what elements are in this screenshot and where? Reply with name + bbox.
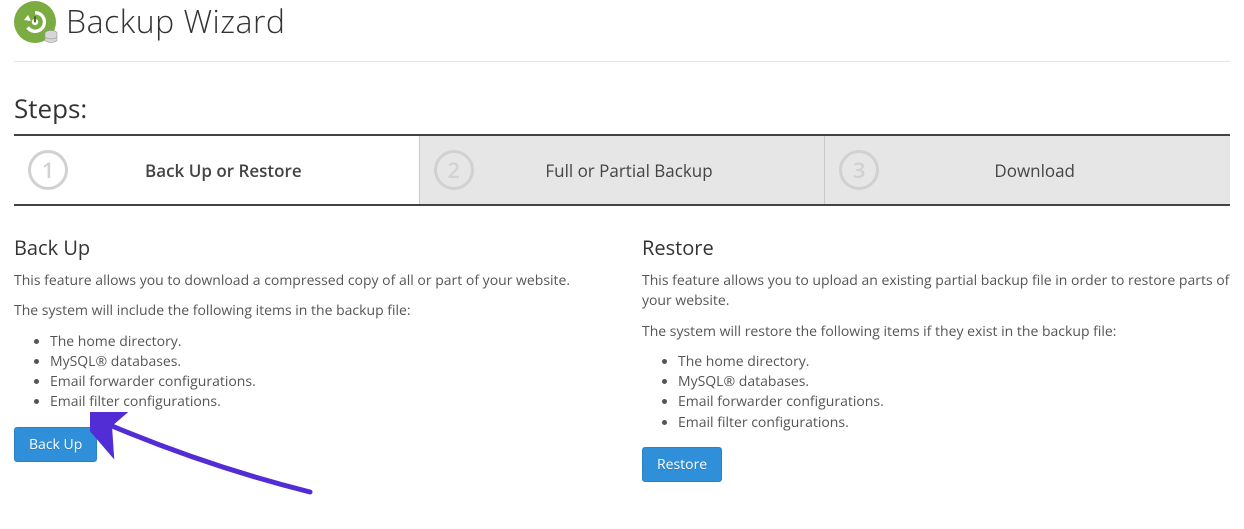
tab-label: Back Up or Restore bbox=[82, 159, 405, 182]
backup-column: Back Up This feature allows you to downl… bbox=[14, 234, 602, 482]
backup-items-list: The home directory. MySQL® databases. Em… bbox=[14, 332, 602, 413]
tab-label: Full or Partial Backup bbox=[488, 159, 811, 182]
list-item: Email forwarder configurations. bbox=[50, 372, 602, 392]
list-item: The home directory. bbox=[678, 352, 1230, 372]
backup-description: This feature allows you to download a co… bbox=[14, 271, 602, 291]
step-number-icon: 1 bbox=[28, 150, 68, 190]
steps-label: Steps: bbox=[14, 90, 1230, 126]
step-number-icon: 2 bbox=[434, 150, 474, 190]
step-tabs: 1 Back Up or Restore 2 Full or Partial B… bbox=[14, 134, 1230, 206]
tab-backup-or-restore[interactable]: 1 Back Up or Restore bbox=[14, 136, 420, 204]
restore-description: This feature allows you to upload an exi… bbox=[642, 271, 1230, 312]
list-item: Email filter configurations. bbox=[50, 392, 602, 412]
restore-column: Restore This feature allows you to uploa… bbox=[642, 234, 1230, 482]
backup-button[interactable]: Back Up bbox=[14, 427, 97, 462]
app-header: Backup Wizard bbox=[14, 0, 1230, 43]
list-item: Email forwarder configurations. bbox=[678, 392, 1230, 412]
backup-wizard-icon bbox=[14, 1, 56, 43]
tab-full-or-partial[interactable]: 2 Full or Partial Backup bbox=[420, 136, 826, 204]
restore-button[interactable]: Restore bbox=[642, 447, 722, 482]
content-columns: Back Up This feature allows you to downl… bbox=[14, 234, 1230, 482]
page-title: Backup Wizard bbox=[66, 0, 285, 43]
list-item: The home directory. bbox=[50, 332, 602, 352]
backup-intro: The system will include the following it… bbox=[14, 301, 602, 321]
restore-intro: The system will restore the following it… bbox=[642, 322, 1230, 342]
header-divider bbox=[14, 61, 1230, 62]
restore-heading: Restore bbox=[642, 234, 1230, 261]
tab-download[interactable]: 3 Download bbox=[825, 136, 1230, 204]
backup-heading: Back Up bbox=[14, 234, 602, 261]
step-number-icon: 3 bbox=[839, 150, 879, 190]
restore-items-list: The home directory. MySQL® databases. Em… bbox=[642, 352, 1230, 433]
list-item: MySQL® databases. bbox=[678, 372, 1230, 392]
tab-label: Download bbox=[893, 159, 1216, 182]
list-item: MySQL® databases. bbox=[50, 352, 602, 372]
list-item: Email filter configurations. bbox=[678, 413, 1230, 433]
